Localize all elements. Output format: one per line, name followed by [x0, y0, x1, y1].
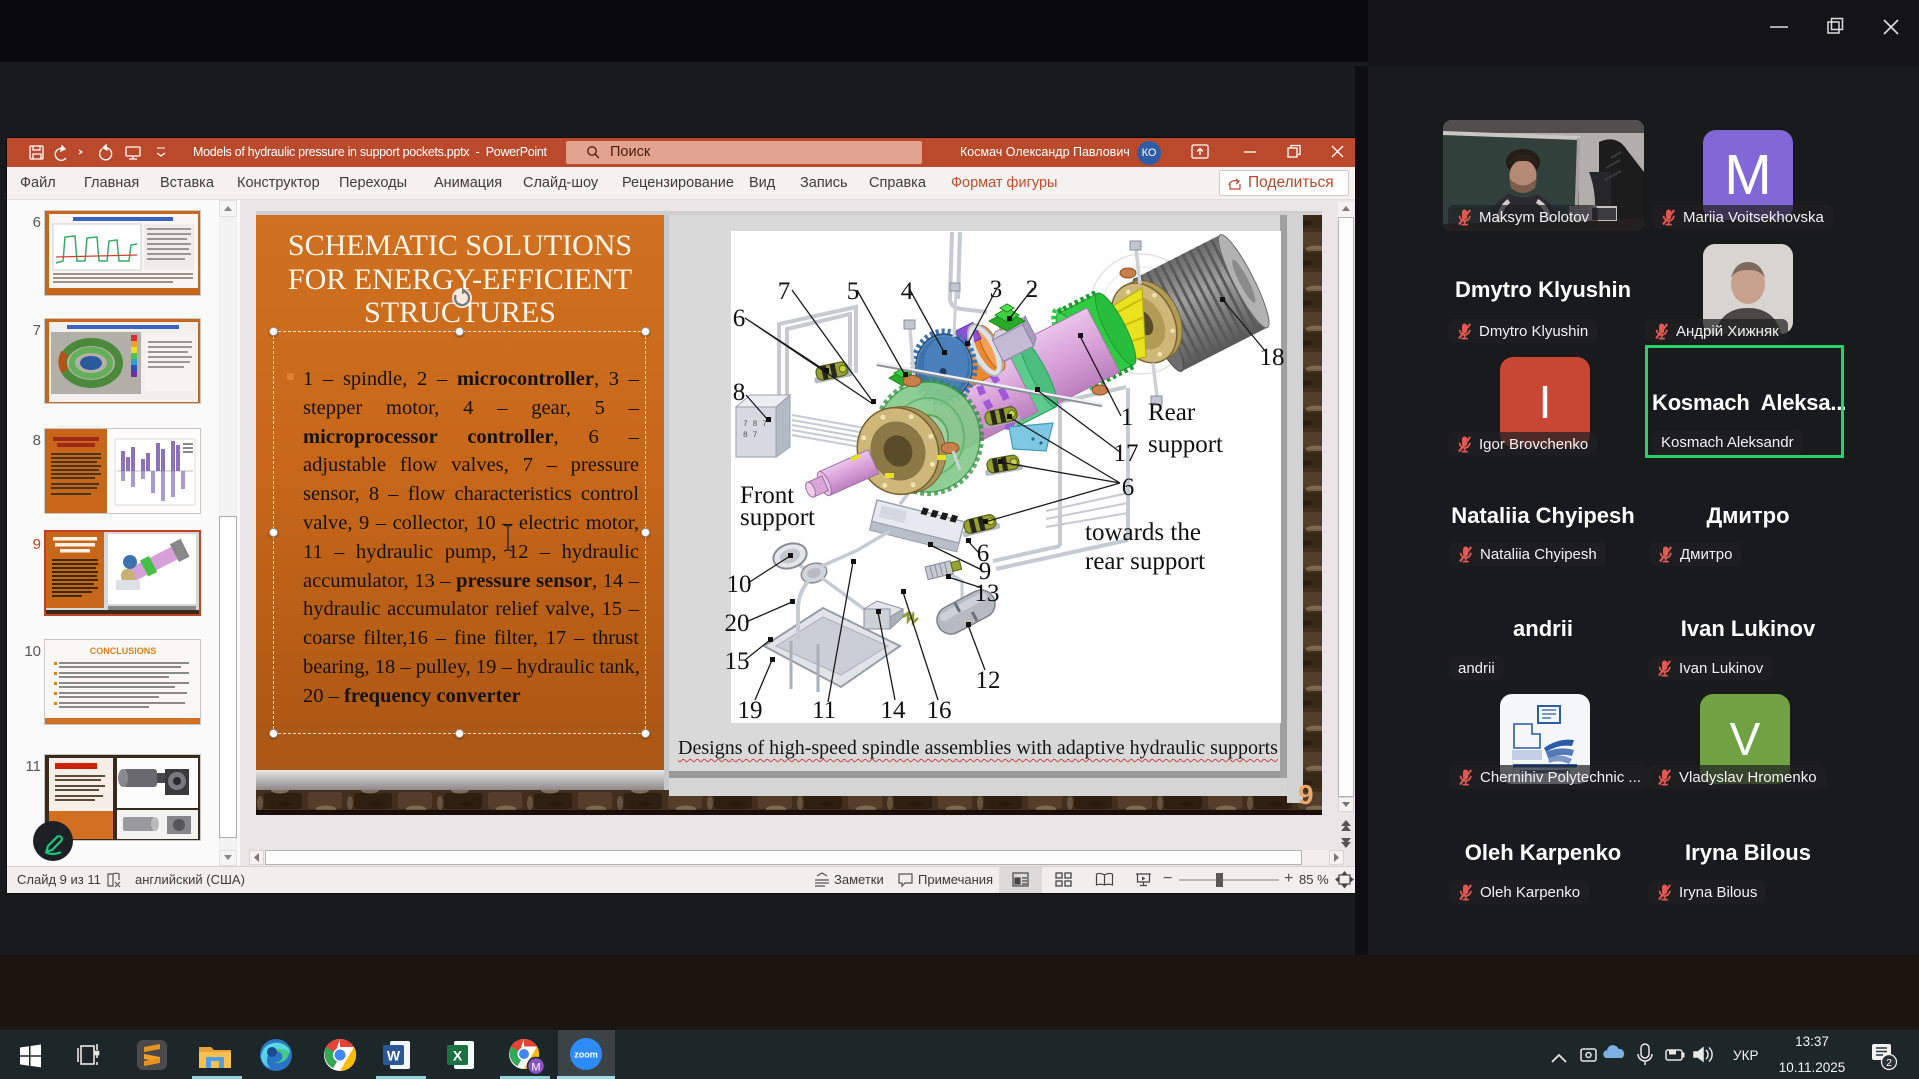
- svg-text:2: 2: [1026, 276, 1039, 303]
- svg-text:18: 18: [1260, 344, 1285, 371]
- svg-text:14: 14: [881, 697, 907, 724]
- svg-text:17: 17: [1114, 440, 1139, 467]
- svg-text:rear support: rear support: [1085, 548, 1205, 575]
- svg-text:УКР: УКР: [1733, 1048, 1758, 1063]
- svg-text:4: 4: [901, 278, 914, 305]
- svg-text:CONCLUSIONS: CONCLUSIONS: [90, 646, 157, 656]
- svg-text:19: 19: [738, 697, 763, 724]
- svg-text:20: 20: [725, 610, 750, 637]
- svg-text:15: 15: [725, 648, 750, 675]
- svg-text:6: 6: [1122, 474, 1135, 501]
- svg-text:support: support: [1148, 431, 1223, 458]
- svg-text:3: 3: [990, 276, 1003, 303]
- svg-text:12: 12: [976, 667, 1001, 694]
- svg-text:W: W: [387, 1048, 401, 1064]
- svg-text:towards the: towards the: [1085, 519, 1201, 546]
- svg-text:8: 8: [733, 379, 746, 406]
- svg-text:zoom: zoom: [574, 1050, 598, 1060]
- svg-text:8 7: 8 7: [743, 431, 758, 440]
- svg-text:13:37: 13:37: [1795, 1034, 1829, 1049]
- svg-text:16: 16: [927, 697, 952, 724]
- svg-text:10.11.2025: 10.11.2025: [1779, 1060, 1846, 1075]
- svg-text:Rear: Rear: [1148, 399, 1196, 426]
- svg-text:5: 5: [847, 278, 860, 305]
- svg-text:M: M: [531, 1062, 540, 1074]
- svg-text:1: 1: [1121, 404, 1134, 431]
- svg-text:7: 7: [778, 278, 791, 305]
- svg-text:6: 6: [733, 305, 746, 332]
- svg-text:X: X: [453, 1048, 463, 1064]
- svg-text:2: 2: [1886, 1057, 1892, 1069]
- svg-text:10: 10: [727, 571, 752, 598]
- svg-text:11: 11: [812, 697, 836, 724]
- svg-text:support: support: [740, 504, 815, 531]
- svg-text:6: 6: [977, 540, 990, 567]
- svg-text:7 8 7: 7 8 7: [743, 420, 767, 429]
